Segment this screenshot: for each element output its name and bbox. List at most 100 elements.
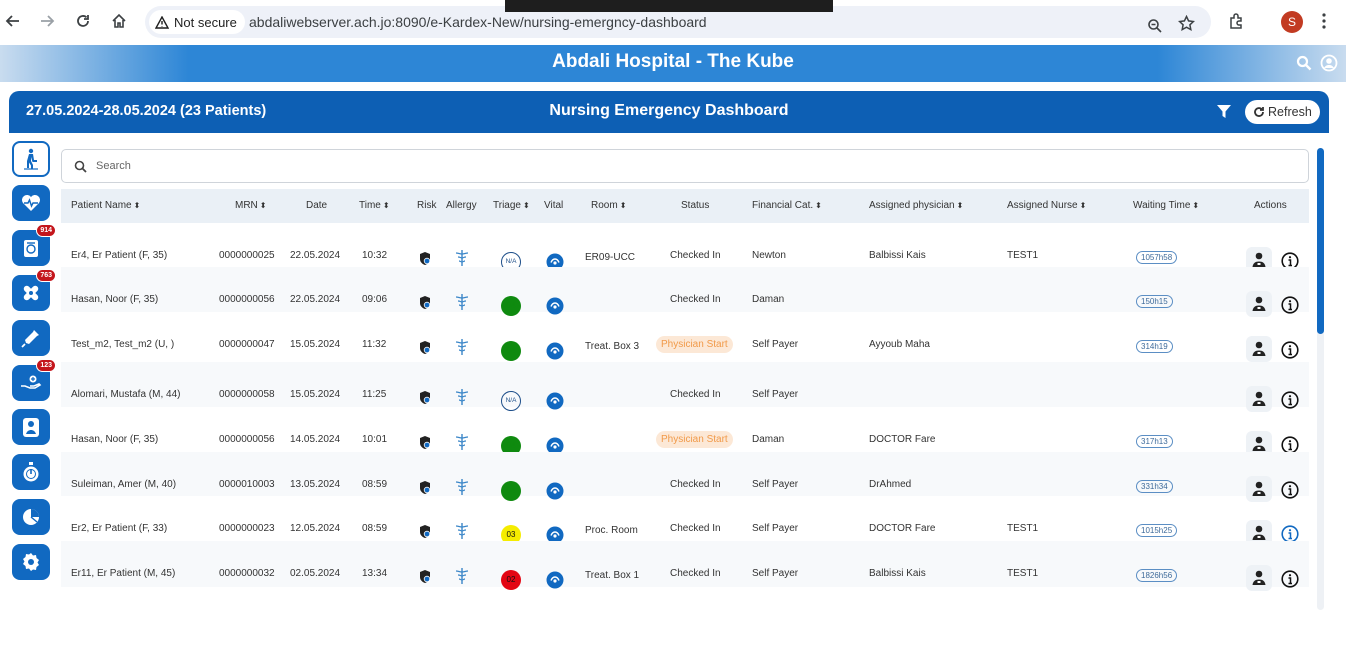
sidebar-item-pie-chart[interactable] xyxy=(12,499,50,535)
sidebar-item-hand-care[interactable]: 123 xyxy=(12,359,56,401)
allergy-caduceus-icon[interactable] xyxy=(455,388,469,409)
allergy-caduceus-icon[interactable] xyxy=(455,433,469,454)
search-input[interactable] xyxy=(96,156,1286,176)
patient-name[interactable]: Hasan, Noor (F, 35) xyxy=(71,294,158,305)
header-physician[interactable]: Assigned physician ⬍ xyxy=(869,200,963,211)
extensions-icon[interactable] xyxy=(1228,12,1246,35)
hand-care-icon xyxy=(20,373,42,393)
filter-icon[interactable] xyxy=(1217,105,1231,123)
sidebar-item-nurse[interactable] xyxy=(12,409,50,445)
financial-category: Self Payer xyxy=(752,389,799,400)
header-room[interactable]: Room ⬍ xyxy=(591,200,626,211)
sidebar-item-stopwatch[interactable] xyxy=(12,454,50,490)
risk-shield-icon[interactable] xyxy=(418,340,432,358)
scrollbar-thumb[interactable] xyxy=(1317,148,1324,334)
table-row[interactable]: Hasan, Noor (F, 35) 0000000056 14.05.2024 1… xyxy=(61,407,1309,457)
waiting-time-badge: 331h34 xyxy=(1136,480,1173,493)
sidebar-item-lab-report[interactable]: 914 xyxy=(12,224,56,266)
vertical-scrollbar[interactable] xyxy=(1317,148,1324,610)
sort-icon[interactable]: ⬍ xyxy=(815,201,822,210)
bookmark-star-icon[interactable] xyxy=(1177,14,1196,37)
user-account-icon[interactable] xyxy=(1320,54,1338,77)
risk-shield-icon[interactable] xyxy=(418,295,432,313)
patient-name[interactable]: Er11, Er Patient (M, 45) xyxy=(71,568,175,579)
dashboard-header: 27.05.2024-28.05.2024 (23 Patients) Nurs… xyxy=(9,91,1329,133)
sidebar-item-heart-monitor[interactable] xyxy=(12,185,50,221)
sidebar-item-syringe[interactable] xyxy=(12,320,50,356)
sort-icon[interactable]: ⬍ xyxy=(620,201,627,210)
table-row[interactable]: Alomari, Mustafa (M, 44) 0000000058 15.05.… xyxy=(61,362,1309,412)
sort-icon[interactable]: ⬍ xyxy=(1080,201,1087,210)
home-icon[interactable] xyxy=(106,8,132,34)
room: Proc. Room xyxy=(585,525,638,536)
vital-signs-icon[interactable] xyxy=(546,342,564,363)
media-overlay xyxy=(505,0,833,12)
table-row[interactable]: Test_m2, Test_m2 (U, ) 0000000047 15.05.20… xyxy=(61,312,1309,362)
table-row[interactable]: Er4, Er Patient (F, 35) 0000000025 22.05.2… xyxy=(61,223,1309,273)
back-icon[interactable] xyxy=(0,8,26,34)
sort-icon[interactable]: ⬍ xyxy=(260,201,267,210)
allergy-caduceus-icon[interactable] xyxy=(455,522,469,543)
patient-name[interactable]: Suleiman, Amer (M, 40) xyxy=(71,479,176,490)
forward-icon[interactable] xyxy=(34,8,60,34)
sort-icon[interactable]: ⬍ xyxy=(957,201,964,210)
room: Treat. Box 1 xyxy=(585,570,640,581)
assign-doctor-icon[interactable] xyxy=(1246,565,1272,594)
assign-doctor-icon[interactable] xyxy=(1246,336,1272,365)
mrn: 0000000047 xyxy=(219,339,275,350)
status-badge: Physician Start xyxy=(656,336,733,353)
sort-icon[interactable]: ⬍ xyxy=(1192,201,1199,210)
header-nurse[interactable]: Assigned Nurse ⬍ xyxy=(1007,200,1086,211)
more-menu-icon[interactable] xyxy=(1321,12,1327,35)
app-title: Abdali Hospital - The Kube xyxy=(552,51,794,72)
allergy-caduceus-icon[interactable] xyxy=(455,293,469,314)
time: 10:32 xyxy=(362,250,388,261)
zoom-icon[interactable] xyxy=(1147,18,1163,39)
patient-name[interactable]: Test_m2, Test_m2 (U, ) xyxy=(71,339,174,350)
risk-shield-icon[interactable] xyxy=(418,435,432,453)
sort-icon[interactable]: ⬍ xyxy=(523,201,530,210)
sidebar-item-bandage[interactable]: 763 xyxy=(12,269,56,311)
patient-name[interactable]: Alomari, Mustafa (M, 44) xyxy=(71,389,180,400)
app-banner: Abdali Hospital - The Kube xyxy=(0,45,1346,82)
risk-shield-icon[interactable] xyxy=(418,390,432,408)
risk-shield-icon[interactable] xyxy=(418,524,432,542)
table-row[interactable]: Suleiman, Amer (M, 40) 0000010003 13.05.20… xyxy=(61,452,1309,502)
header-triage[interactable]: Triage ⬍ xyxy=(493,200,530,211)
reload-icon[interactable] xyxy=(70,8,96,34)
allergy-caduceus-icon[interactable] xyxy=(455,338,469,359)
header-financial[interactable]: Financial Cat. ⬍ xyxy=(752,200,822,211)
risk-shield-icon[interactable] xyxy=(418,569,432,587)
patient-name[interactable]: Er2, Er Patient (F, 33) xyxy=(71,523,167,534)
sidebar-item-settings[interactable] xyxy=(12,544,50,580)
header-waiting-time[interactable]: Waiting Time ⬍ xyxy=(1133,200,1199,211)
status: Checked In xyxy=(670,294,721,305)
search-box[interactable] xyxy=(61,149,1309,183)
patient-name[interactable]: Er4, Er Patient (F, 35) xyxy=(71,250,167,261)
date: 13.05.2024 xyxy=(290,479,341,490)
header-patient-name[interactable]: Patient Name ⬍ xyxy=(71,200,140,211)
header-mrn[interactable]: MRN ⬍ xyxy=(235,200,266,211)
mrn: 0000000025 xyxy=(219,250,275,261)
info-icon[interactable] xyxy=(1281,570,1299,591)
url-text[interactable]: abdaliwebserver.ach.jo:8090/e-Kardex-New… xyxy=(249,14,707,30)
profile-avatar[interactable]: S xyxy=(1281,11,1303,33)
search-icon[interactable] xyxy=(1296,55,1312,76)
table-row[interactable]: Er11, Er Patient (M, 45) 0000000032 02.05.… xyxy=(61,541,1309,591)
financial-category: Self Payer xyxy=(752,479,799,490)
allergy-caduceus-icon[interactable] xyxy=(455,567,469,588)
sidebar-item-patient-walking[interactable] xyxy=(12,141,50,177)
date: 12.05.2024 xyxy=(290,523,341,534)
security-chip[interactable]: Not secure xyxy=(149,10,245,34)
sort-icon[interactable]: ⬍ xyxy=(383,201,390,210)
refresh-button[interactable]: Refresh xyxy=(1245,100,1320,124)
info-icon[interactable] xyxy=(1281,341,1299,362)
sort-icon[interactable]: ⬍ xyxy=(134,201,141,210)
heart-monitor-icon xyxy=(21,194,41,212)
vital-signs-icon[interactable] xyxy=(546,571,564,592)
mrn: 0000000032 xyxy=(219,568,275,579)
table-row[interactable]: Hasan, Noor (F, 35) 0000000056 22.05.2024 0… xyxy=(61,267,1309,317)
header-time[interactable]: Time ⬍ xyxy=(359,200,390,211)
patient-name[interactable]: Hasan, Noor (F, 35) xyxy=(71,434,158,445)
table-row[interactable]: Er2, Er Patient (F, 33) 0000000023 12.05.2… xyxy=(61,496,1309,546)
